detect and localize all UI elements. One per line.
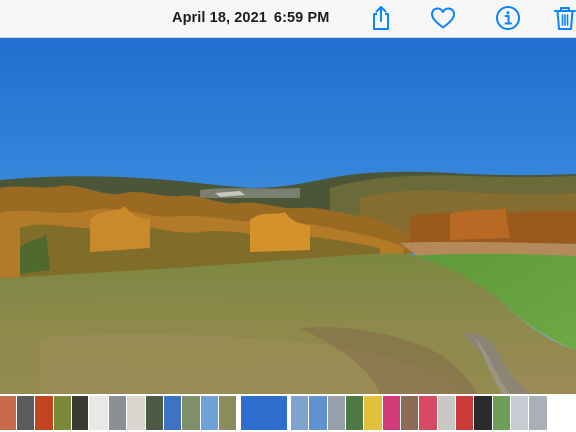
thumbnail[interactable] [127, 396, 145, 430]
thumbnail[interactable] [164, 396, 181, 430]
thumbnail[interactable] [89, 396, 108, 430]
thumbnail[interactable] [109, 396, 126, 430]
thumbnail[interactable] [474, 396, 492, 430]
thumbnail[interactable] [419, 396, 437, 430]
thumbnail[interactable] [291, 396, 308, 430]
photo-time: 6:59 PM [273, 10, 330, 26]
thumbnail[interactable] [383, 396, 400, 430]
share-icon [373, 6, 389, 30]
thumbnail[interactable] [328, 396, 345, 430]
thumbnail[interactable] [346, 396, 363, 430]
thumbnail[interactable] [0, 396, 16, 430]
thumbnail[interactable] [146, 396, 163, 430]
thumbnail[interactable] [511, 396, 528, 430]
trash-icon [554, 7, 576, 30]
thumbnail[interactable] [493, 396, 510, 430]
thumbnail[interactable] [54, 396, 71, 430]
thumbnail[interactable] [182, 396, 200, 430]
favorite-button[interactable] [426, 2, 460, 34]
photo-timestamp: April 18, 2021 6:59 PM [172, 10, 329, 26]
thumbnail[interactable] [35, 396, 53, 430]
thumbnail-current[interactable] [241, 396, 287, 430]
heart-icon [431, 7, 455, 29]
delete-button[interactable] [552, 2, 576, 34]
photo-date: April 18, 2021 [172, 10, 267, 26]
share-button[interactable] [364, 2, 398, 34]
thumbnail[interactable] [17, 396, 34, 430]
thumbnail[interactable] [72, 396, 88, 430]
thumbnail[interactable] [201, 396, 218, 430]
thumbnail[interactable] [438, 396, 455, 430]
thumbnail[interactable] [529, 396, 547, 430]
thumbnail[interactable] [401, 396, 418, 430]
photo-toolbar: April 18, 2021 6:59 PM [0, 0, 576, 38]
info-icon [496, 6, 520, 30]
landscape-image [0, 38, 576, 394]
info-button[interactable] [491, 2, 525, 34]
main-photo[interactable] [0, 38, 576, 394]
thumbnail[interactable] [364, 396, 382, 430]
thumbnail[interactable] [309, 396, 327, 430]
thumbnail-filmstrip[interactable] [0, 394, 576, 432]
thumbnail[interactable] [456, 396, 473, 430]
thumbnail[interactable] [219, 396, 236, 430]
